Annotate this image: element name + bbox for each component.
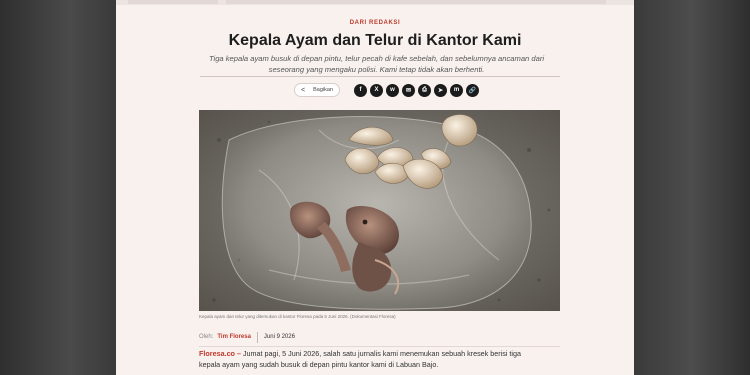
print-icon[interactable]: ⎙ (417, 83, 431, 97)
author-link[interactable]: Tim Floresa (217, 334, 251, 340)
publish-date: Juni 9 2026 (263, 334, 295, 340)
article-kicker[interactable]: DARI REDAKSI (116, 20, 634, 26)
article-photo (199, 110, 560, 311)
facebook-icon[interactable]: f (353, 83, 367, 97)
article-title: Kepala Ayam dan Telur di Kantor Kami (228, 32, 522, 49)
share-button[interactable]: < Bagikan (294, 83, 340, 97)
link-icon[interactable]: 🔗 (465, 83, 479, 97)
top-bar (116, 0, 634, 5)
top-bar-segment (226, 0, 606, 4)
background-left (0, 0, 116, 375)
background-right (634, 0, 750, 375)
article-body: Floresa.co – Jumat pagi, 5 Juni 2026, sa… (199, 348, 544, 370)
top-bar-segment (128, 0, 218, 4)
x-icon[interactable]: X (369, 83, 383, 97)
telegram-icon[interactable]: ➤ (433, 83, 447, 97)
email-icon[interactable]: ✉ (401, 83, 415, 97)
messenger-icon[interactable]: m (449, 83, 463, 97)
divider (200, 76, 560, 77)
share-label: Bagikan (313, 87, 333, 93)
brand-link[interactable]: Floresa.co – (199, 349, 241, 358)
article-page: DARI REDAKSI Kepala Ayam dan Telur di Ka… (116, 0, 634, 375)
byline-label: Oleh: (199, 334, 214, 340)
share-bar: < Bagikan f X w ✉ ⎙ ➤ m 🔗 (294, 83, 479, 97)
byline: Oleh: Tim Floresa Juni 9 2026 (199, 331, 560, 343)
article-photo-illustration (199, 110, 560, 311)
byline-separator (256, 331, 258, 343)
photo-caption: Kepala ayam dan telur yang ditemukan di … (199, 314, 396, 319)
divider (199, 346, 560, 347)
share-icon: < (301, 86, 306, 94)
whatsapp-icon[interactable]: w (385, 83, 399, 97)
article-body-text: Jumat pagi, 5 Juni 2026, salah satu jurn… (199, 349, 522, 369)
article-dek: Tiga kepala ayam busuk di depan pintu, t… (208, 54, 545, 74)
